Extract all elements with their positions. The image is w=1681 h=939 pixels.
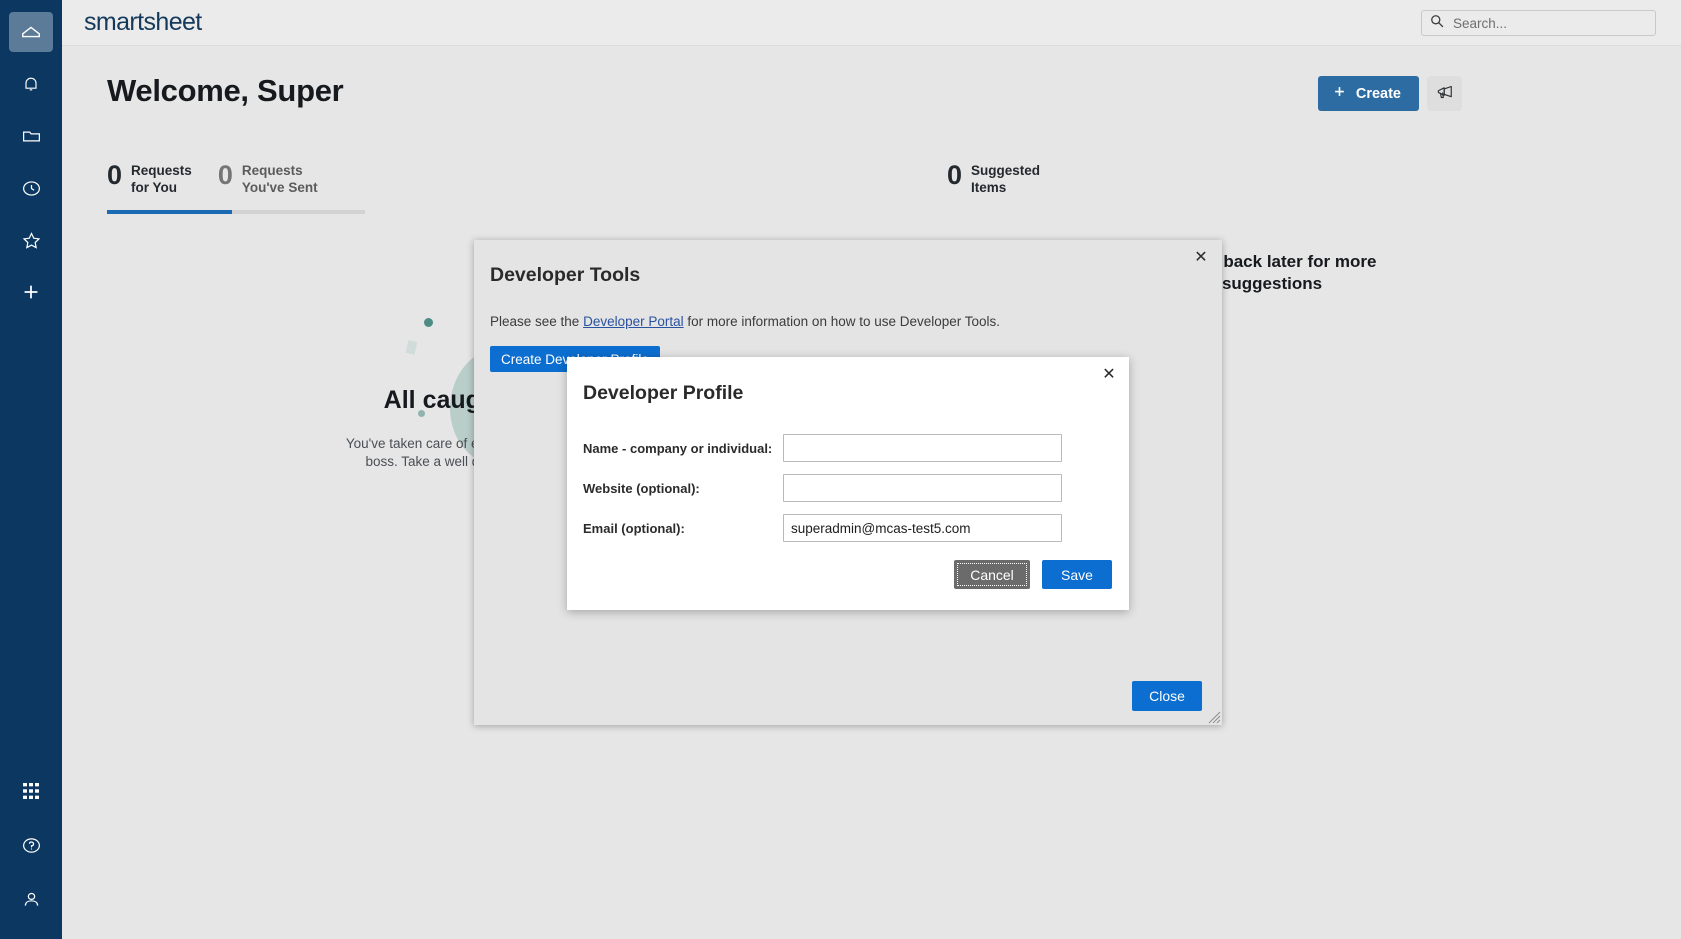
close-button[interactable]: Close	[1132, 681, 1202, 711]
sidebar-item-account[interactable]	[9, 879, 53, 919]
clock-icon	[21, 178, 42, 199]
brand-logo[interactable]: smartsheet	[84, 8, 202, 37]
tab-label-line1: Requests	[131, 163, 192, 178]
sidebar-item-recents[interactable]	[9, 168, 53, 208]
email-field[interactable]	[783, 514, 1062, 542]
home-icon	[20, 21, 42, 43]
website-field-label: Website (optional):	[583, 481, 783, 496]
description-suffix: for more information on how to use Devel…	[684, 314, 1000, 329]
tab-count: 0	[947, 162, 962, 188]
email-field-label: Email (optional):	[583, 521, 783, 536]
sidebar-item-browse[interactable]	[9, 116, 53, 156]
announcements-button[interactable]	[1427, 76, 1462, 111]
tab-underline-active	[107, 210, 232, 214]
sidebar-item-create[interactable]	[9, 272, 53, 312]
sidebar-item-notifications[interactable]	[9, 64, 53, 104]
tab-label-line2: for You	[131, 180, 177, 195]
tab-label: Suggested Items	[971, 162, 1040, 196]
tab-label-line2: Items	[971, 180, 1006, 195]
save-button[interactable]: Save	[1042, 560, 1112, 589]
tab-requests-for-you[interactable]: 0 Requests for You	[107, 162, 218, 208]
folder-icon	[21, 126, 42, 147]
name-field-label: Name - company or individual:	[583, 441, 783, 456]
tab-label-line1: Suggested	[971, 163, 1040, 178]
form-row-website: Website (optional):	[583, 474, 1113, 502]
top-bar: smartsheet	[62, 0, 1681, 46]
cancel-button[interactable]: Cancel	[954, 560, 1030, 589]
developer-profile-dialog: ✕ Developer Profile Name - company or in…	[567, 357, 1129, 610]
dialog-title: Developer Profile	[583, 382, 743, 405]
create-button-label: Create	[1356, 86, 1401, 102]
megaphone-icon	[1435, 82, 1455, 105]
close-icon[interactable]: ✕	[1098, 364, 1120, 386]
page-title: Welcome, Super	[107, 73, 343, 109]
description-prefix: Please see the	[490, 314, 583, 329]
search-input[interactable]	[1451, 15, 1631, 32]
bell-icon	[21, 74, 41, 94]
tab-label: Requests for You	[131, 162, 192, 196]
sidebar-item-home[interactable]	[9, 12, 53, 52]
tab-count: 0	[107, 162, 122, 188]
requests-tabs: 0 Requests for You 0 Requests You've Sen…	[107, 162, 344, 208]
tab-label-line1: Requests	[242, 163, 303, 178]
search-icon	[1430, 14, 1444, 33]
decorative-dot	[424, 318, 433, 327]
plus-icon	[20, 281, 42, 303]
dialog-actions: Cancel Save	[954, 560, 1112, 589]
resize-handle-icon[interactable]	[1208, 711, 1221, 724]
rail-bottom-group	[9, 771, 53, 919]
decorative-rectangle	[406, 340, 418, 355]
empty-state-heading-line2: suggestions	[1222, 274, 1322, 293]
question-circle-icon	[21, 835, 42, 856]
sidebar-item-favorites[interactable]	[9, 220, 53, 260]
tab-requests-youve-sent[interactable]: 0 Requests You've Sent	[218, 162, 344, 208]
website-field[interactable]	[783, 474, 1062, 502]
smartsheet-home-page: smartsheet Welcome, Super Create	[0, 0, 1681, 939]
page-body: Welcome, Super Create 0	[62, 46, 1681, 939]
grid-apps-icon	[21, 781, 41, 801]
developer-profile-form: Name - company or individual: Website (o…	[583, 434, 1113, 554]
search-box[interactable]	[1421, 10, 1656, 36]
developer-portal-link[interactable]: Developer Portal	[583, 314, 684, 329]
tab-count: 0	[218, 162, 233, 188]
sidebar-item-help[interactable]	[9, 825, 53, 865]
sidebar-item-solution-center[interactable]	[9, 771, 53, 811]
form-row-email: Email (optional):	[583, 514, 1113, 542]
tab-label: Requests You've Sent	[242, 162, 318, 196]
close-icon[interactable]: ✕	[1190, 247, 1212, 269]
plus-icon	[1332, 84, 1347, 103]
dialog-title: Developer Tools	[490, 264, 640, 287]
tab-label-line2: You've Sent	[242, 180, 318, 195]
form-row-name: Name - company or individual:	[583, 434, 1113, 462]
left-nav-rail	[0, 0, 62, 939]
name-field[interactable]	[783, 434, 1062, 462]
tab-suggested-items[interactable]: 0 Suggested Items	[947, 162, 1040, 196]
star-icon	[21, 230, 42, 251]
dialog-description: Please see the Developer Portal for more…	[490, 314, 1000, 329]
person-icon	[21, 889, 42, 910]
create-button[interactable]: Create	[1318, 76, 1419, 111]
rail-top-group	[9, 12, 53, 312]
tab-underline	[107, 210, 365, 214]
